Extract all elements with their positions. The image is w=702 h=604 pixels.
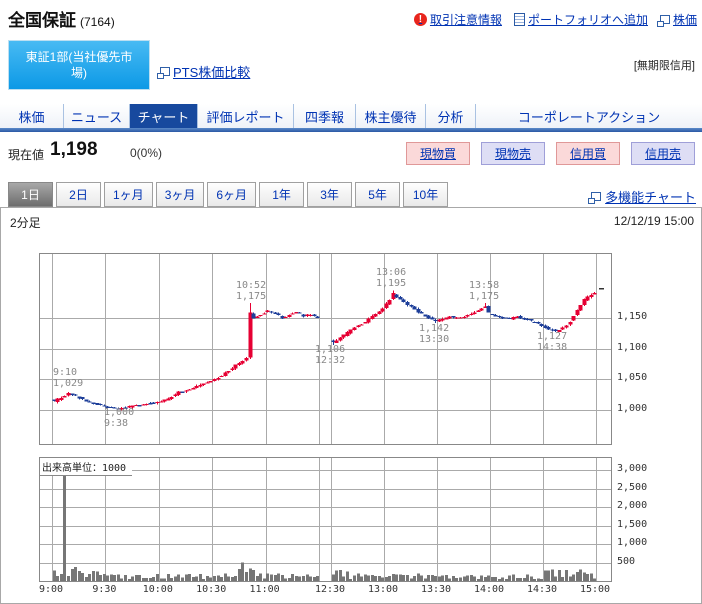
add-portfolio-label: ポートフォリオへ追加 xyxy=(528,11,648,28)
tab-underline xyxy=(0,128,702,132)
period-tab-3y[interactable]: 3年 xyxy=(307,182,352,207)
trade-buttons: 現物買 現物売 信用買 信用売 xyxy=(406,142,695,165)
exchange-box: 東証1部(当社優先市場) xyxy=(8,40,150,90)
stock-chart-page: 全国保証 (7164) ! 取引注意情報 ポートフォリオへ追加 株価 東証1部(当… xyxy=(0,0,702,604)
tab-chart[interactable]: チャート xyxy=(130,104,198,128)
cash-buy-button[interactable]: 現物買 xyxy=(406,142,470,165)
price-chart-svg xyxy=(40,254,611,444)
tab-report[interactable]: 評価レポート xyxy=(198,104,294,128)
current-price-label: 現在値 xyxy=(8,146,44,163)
window-icon xyxy=(591,192,601,201)
margin-sell-button[interactable]: 信用売 xyxy=(631,142,695,165)
price-chart xyxy=(39,253,612,445)
tab-analysis[interactable]: 分析 xyxy=(426,104,476,128)
volume-unit-label: 出来高単位：1000 xyxy=(40,458,132,476)
tab-corporate-action[interactable]: コーポレートアクション xyxy=(476,104,702,128)
page-title: 全国保証 (7164) xyxy=(8,6,115,31)
multi-chart-link[interactable]: 多機能チャート xyxy=(591,187,696,206)
stock-price-link[interactable]: 株価 xyxy=(660,11,697,28)
period-tab-6m[interactable]: 6ヶ月 xyxy=(207,182,256,207)
tab-shikiho[interactable]: 四季報 xyxy=(294,104,356,128)
tab-stock-price[interactable]: 株価 xyxy=(0,104,64,128)
trading-alert-label: 取引注意情報 xyxy=(430,11,502,28)
cash-sell-button[interactable]: 現物売 xyxy=(481,142,545,165)
window-icon xyxy=(660,15,670,24)
document-icon xyxy=(514,13,525,26)
current-price-value: 1,198 xyxy=(50,139,98,161)
chart-datetime: 12/12/19 15:00 xyxy=(614,214,694,228)
period-tabs: 1日 2日 1ヶ月 3ヶ月 6ヶ月 1年 3年 5年 10年 xyxy=(8,182,448,207)
stock-price-label: 株価 xyxy=(673,11,697,28)
margin-buy-button[interactable]: 信用買 xyxy=(556,142,620,165)
window-icon xyxy=(160,67,170,76)
current-price-change: 0(0%) xyxy=(130,146,162,160)
tab-shareholder-benefit[interactable]: 株主優待 xyxy=(356,104,426,128)
trading-alert-link[interactable]: ! 取引注意情報 xyxy=(414,11,502,28)
pts-compare-link[interactable]: PTS株価比較 xyxy=(160,62,250,81)
tab-news[interactable]: ニュース xyxy=(64,104,130,128)
period-tab-2d[interactable]: 2日 xyxy=(56,182,101,207)
alert-icon: ! xyxy=(414,13,427,26)
period-tab-3m[interactable]: 3ヶ月 xyxy=(156,182,205,207)
main-tabs: 株価 ニュース チャート 評価レポート 四季報 株主優待 分析 コーポレートアク… xyxy=(0,104,702,128)
period-tab-10y[interactable]: 10年 xyxy=(403,182,448,207)
volume-chart-svg xyxy=(40,458,611,581)
interval-label: 2分足 xyxy=(10,214,41,231)
stock-code: (7164) xyxy=(80,15,115,29)
header-links: ! 取引注意情報 ポートフォリオへ追加 株価 xyxy=(414,11,697,28)
pts-compare-label: PTS株価比較 xyxy=(173,62,250,81)
stock-name: 全国保証 xyxy=(8,11,76,30)
period-tab-1y[interactable]: 1年 xyxy=(259,182,304,207)
credit-type-label: [無期限信用] xyxy=(634,57,695,73)
period-tab-1m[interactable]: 1ヶ月 xyxy=(104,182,153,207)
add-portfolio-link[interactable]: ポートフォリオへ追加 xyxy=(514,11,648,28)
multi-chart-label: 多機能チャート xyxy=(605,187,696,206)
period-tab-1d[interactable]: 1日 xyxy=(8,182,53,207)
period-tab-5y[interactable]: 5年 xyxy=(355,182,400,207)
